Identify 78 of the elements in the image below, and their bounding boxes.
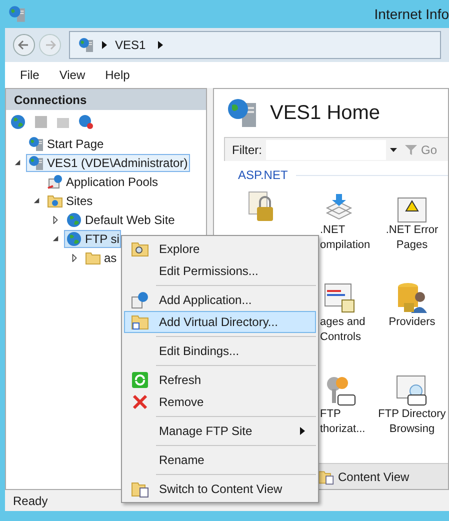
- directory-browse-icon: [396, 375, 428, 407]
- globe-server-icon: [8, 5, 26, 23]
- globe-icon: [66, 230, 82, 246]
- breadcrumb-arrow-icon: [102, 41, 107, 49]
- submenu-arrow-icon: [300, 427, 305, 435]
- globe-server-icon: [28, 154, 44, 170]
- filter-field[interactable]: [266, 140, 386, 160]
- context-menu-item[interactable]: Edit Bindings...: [124, 340, 316, 362]
- breadcrumb-item[interactable]: VES1: [115, 36, 146, 54]
- feature-label[interactable]: Pages: [396, 238, 428, 253]
- dropdown-arrow-icon[interactable]: [390, 148, 397, 152]
- globe-server-icon: [78, 37, 94, 53]
- refresh-icon: [131, 371, 149, 389]
- window-title: Internet Info: [374, 4, 449, 24]
- tree-item[interactable]: Application Pools: [45, 172, 160, 190]
- context-menu-item[interactable]: Manage FTP Site: [124, 420, 316, 442]
- globe-icon: [66, 212, 82, 228]
- forward-arrow-icon: [44, 39, 56, 51]
- disconnect-globe-icon: [78, 114, 94, 130]
- context-menu-item[interactable]: Add Virtual Directory...: [124, 311, 316, 333]
- application-pools-icon: [47, 174, 63, 190]
- folder-document-icon: [131, 480, 149, 498]
- funnel-icon: [405, 144, 417, 156]
- page-controls-icon: [324, 283, 356, 315]
- sites-folder-icon: [47, 194, 63, 208]
- context-menu-item[interactable]: Switch to Content View: [124, 478, 316, 500]
- feature-label[interactable]: thorizat...: [320, 422, 366, 437]
- connect-globe-icon: [10, 114, 26, 130]
- remove-icon: [132, 394, 148, 410]
- globe-server-icon: [226, 97, 258, 129]
- collapse-arrow-icon[interactable]: [52, 235, 59, 242]
- view-tab[interactable]: Content View: [318, 468, 410, 486]
- collapse-arrow-icon[interactable]: [14, 159, 21, 166]
- panel-header: Connections: [6, 89, 206, 110]
- tree-item[interactable]: Default Web Site: [64, 210, 177, 228]
- feature-label[interactable]: ages and: [320, 315, 366, 330]
- feature-label[interactable]: ompilation: [320, 238, 370, 253]
- menu-item[interactable]: Help: [105, 66, 130, 84]
- feature-label[interactable]: .NET Error: [386, 223, 438, 238]
- filter-label: Filter:: [232, 142, 262, 158]
- collapse-arrow-icon[interactable]: [33, 197, 40, 204]
- globe-server-icon: [28, 136, 44, 152]
- context-menu-item[interactable]: Explore: [124, 238, 316, 260]
- feature-label[interactable]: FTP Directory: [378, 407, 446, 422]
- expand-arrow-icon[interactable]: [71, 254, 78, 262]
- folder-search-icon: [131, 240, 149, 258]
- context-menu-item[interactable]: Rename: [124, 449, 316, 471]
- folder-shortcut-icon: [131, 313, 149, 331]
- context-menu-item[interactable]: Refresh: [124, 369, 316, 391]
- error-page-icon: [397, 197, 427, 223]
- application-globe-icon: [131, 291, 149, 309]
- tree-item[interactable]: Sites: [45, 192, 95, 210]
- feature-label[interactable]: Providers: [388, 315, 436, 330]
- context-menu-item[interactable]: Add Application...: [124, 289, 316, 311]
- tree-item[interactable]: VES1 (VDE\Administrator): [26, 154, 190, 172]
- tree-item[interactable]: FTP si: [64, 230, 122, 248]
- menu-item[interactable]: File: [20, 66, 40, 84]
- tree-item[interactable]: as: [83, 248, 119, 266]
- feature-label[interactable]: Browsing: [389, 422, 435, 437]
- breadcrumb-arrow-icon: [158, 41, 163, 49]
- group-heading: ASP.NET: [238, 167, 288, 184]
- back-arrow-icon: [18, 39, 30, 51]
- feature-label[interactable]: Controls: [320, 330, 361, 345]
- folder-document-icon: [318, 468, 334, 484]
- context-menu-item[interactable]: Remove: [124, 391, 316, 413]
- key-icon: [324, 375, 356, 407]
- database-user-icon: [396, 281, 428, 315]
- status-text: Ready: [13, 492, 48, 510]
- back-button[interactable]: [13, 34, 35, 56]
- feature-label[interactable]: FTP: [320, 407, 341, 422]
- address-bar[interactable]: VES1: [69, 31, 441, 59]
- expand-arrow-icon[interactable]: [52, 216, 59, 224]
- context-menu-item[interactable]: Edit Permissions...: [124, 260, 316, 282]
- folder-icon: [85, 250, 101, 264]
- page-title: VES1 Home: [270, 101, 380, 126]
- feature-label[interactable]: .NET: [320, 223, 346, 238]
- menu-item[interactable]: View: [59, 66, 86, 84]
- tree-item[interactable]: Start Page: [26, 134, 106, 152]
